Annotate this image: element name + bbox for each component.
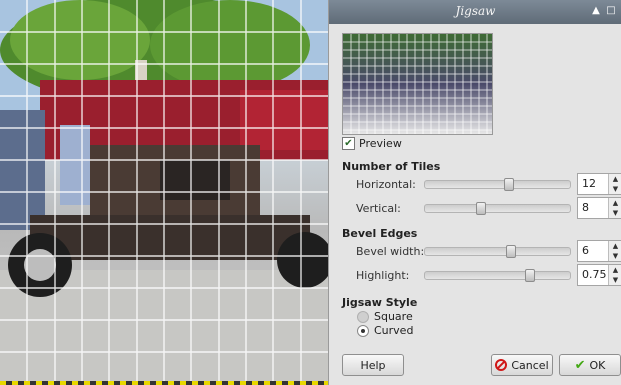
vertical-slider-thumb[interactable] [476, 202, 486, 215]
arrow-up-icon[interactable]: ▲ [589, 4, 603, 18]
bevel-width-slider[interactable] [424, 245, 571, 258]
highlight-spinbox[interactable]: 0.75 ▲ ▼ [577, 264, 621, 286]
cancel-button-label: Cancel [511, 358, 549, 372]
radio-button-icon[interactable] [357, 324, 369, 337]
vertical-slider[interactable] [424, 202, 571, 215]
help-button-label: Help [360, 358, 386, 372]
selection-marquee [0, 381, 328, 385]
bevel-width-slider-thumb[interactable] [506, 245, 516, 258]
decrement-icon[interactable]: ▼ [609, 275, 621, 285]
horizontal-value[interactable]: 12 [578, 174, 608, 194]
preview-thumbnail [342, 33, 493, 135]
increment-icon[interactable]: ▲ [609, 241, 621, 251]
preview-toggle[interactable]: ✔ Preview [342, 137, 402, 150]
bevel-width-spinbox[interactable]: 6 ▲ ▼ [577, 240, 621, 262]
radio-square-label: Square [374, 310, 413, 323]
preview-image [343, 34, 492, 134]
checkbox-icon[interactable]: ✔ [342, 137, 355, 150]
decrement-icon[interactable]: ▼ [609, 184, 621, 194]
ok-button[interactable]: ✔ OK [559, 354, 621, 376]
dialog-title: Jigsaw [455, 4, 496, 18]
preview-label: Preview [359, 137, 402, 150]
decrement-icon[interactable]: ▼ [609, 208, 621, 218]
increment-icon[interactable]: ▲ [609, 265, 621, 275]
help-button[interactable]: Help [342, 354, 404, 376]
highlight-value[interactable]: 0.75 [578, 265, 608, 285]
vertical-value[interactable]: 8 [578, 198, 608, 218]
jigsaw-dialog: Jigsaw ▲ □ ✔ Preview Number of Tiles Hor… [328, 0, 621, 385]
increment-icon[interactable]: ▲ [609, 198, 621, 208]
increment-icon[interactable]: ▲ [609, 174, 621, 184]
bevel-width-value[interactable]: 6 [578, 241, 608, 261]
vertical-label: Vertical: [356, 202, 401, 215]
horizontal-label: Horizontal: [356, 178, 416, 191]
maximize-icon[interactable]: □ [604, 4, 618, 18]
decrement-icon[interactable]: ▼ [609, 251, 621, 261]
section-number-of-tiles: Number of Tiles [342, 160, 441, 173]
cancel-icon [495, 359, 508, 371]
photo-preview [0, 0, 328, 385]
titlebar[interactable]: Jigsaw ▲ □ [329, 0, 621, 24]
radio-curved[interactable]: Curved [357, 324, 413, 337]
section-bevel-edges: Bevel Edges [342, 227, 418, 240]
radio-button-icon[interactable] [357, 310, 369, 323]
vertical-spinbox[interactable]: 8 ▲ ▼ [577, 197, 621, 219]
radio-curved-label: Curved [374, 324, 414, 337]
radio-square[interactable]: Square [357, 310, 413, 323]
highlight-slider-thumb[interactable] [525, 269, 535, 282]
ok-button-label: OK [589, 358, 606, 372]
bevel-width-label: Bevel width: [356, 245, 425, 258]
horizontal-slider[interactable] [424, 178, 571, 191]
checkmark-icon: ✔ [574, 357, 586, 373]
highlight-slider[interactable] [424, 269, 571, 282]
horizontal-slider-thumb[interactable] [504, 178, 514, 191]
section-jigsaw-style: Jigsaw Style [342, 296, 418, 309]
highlight-label: Highlight: [356, 269, 410, 282]
image-canvas[interactable] [0, 0, 328, 385]
horizontal-spinbox[interactable]: 12 ▲ ▼ [577, 173, 621, 195]
cancel-button[interactable]: Cancel [491, 354, 553, 376]
